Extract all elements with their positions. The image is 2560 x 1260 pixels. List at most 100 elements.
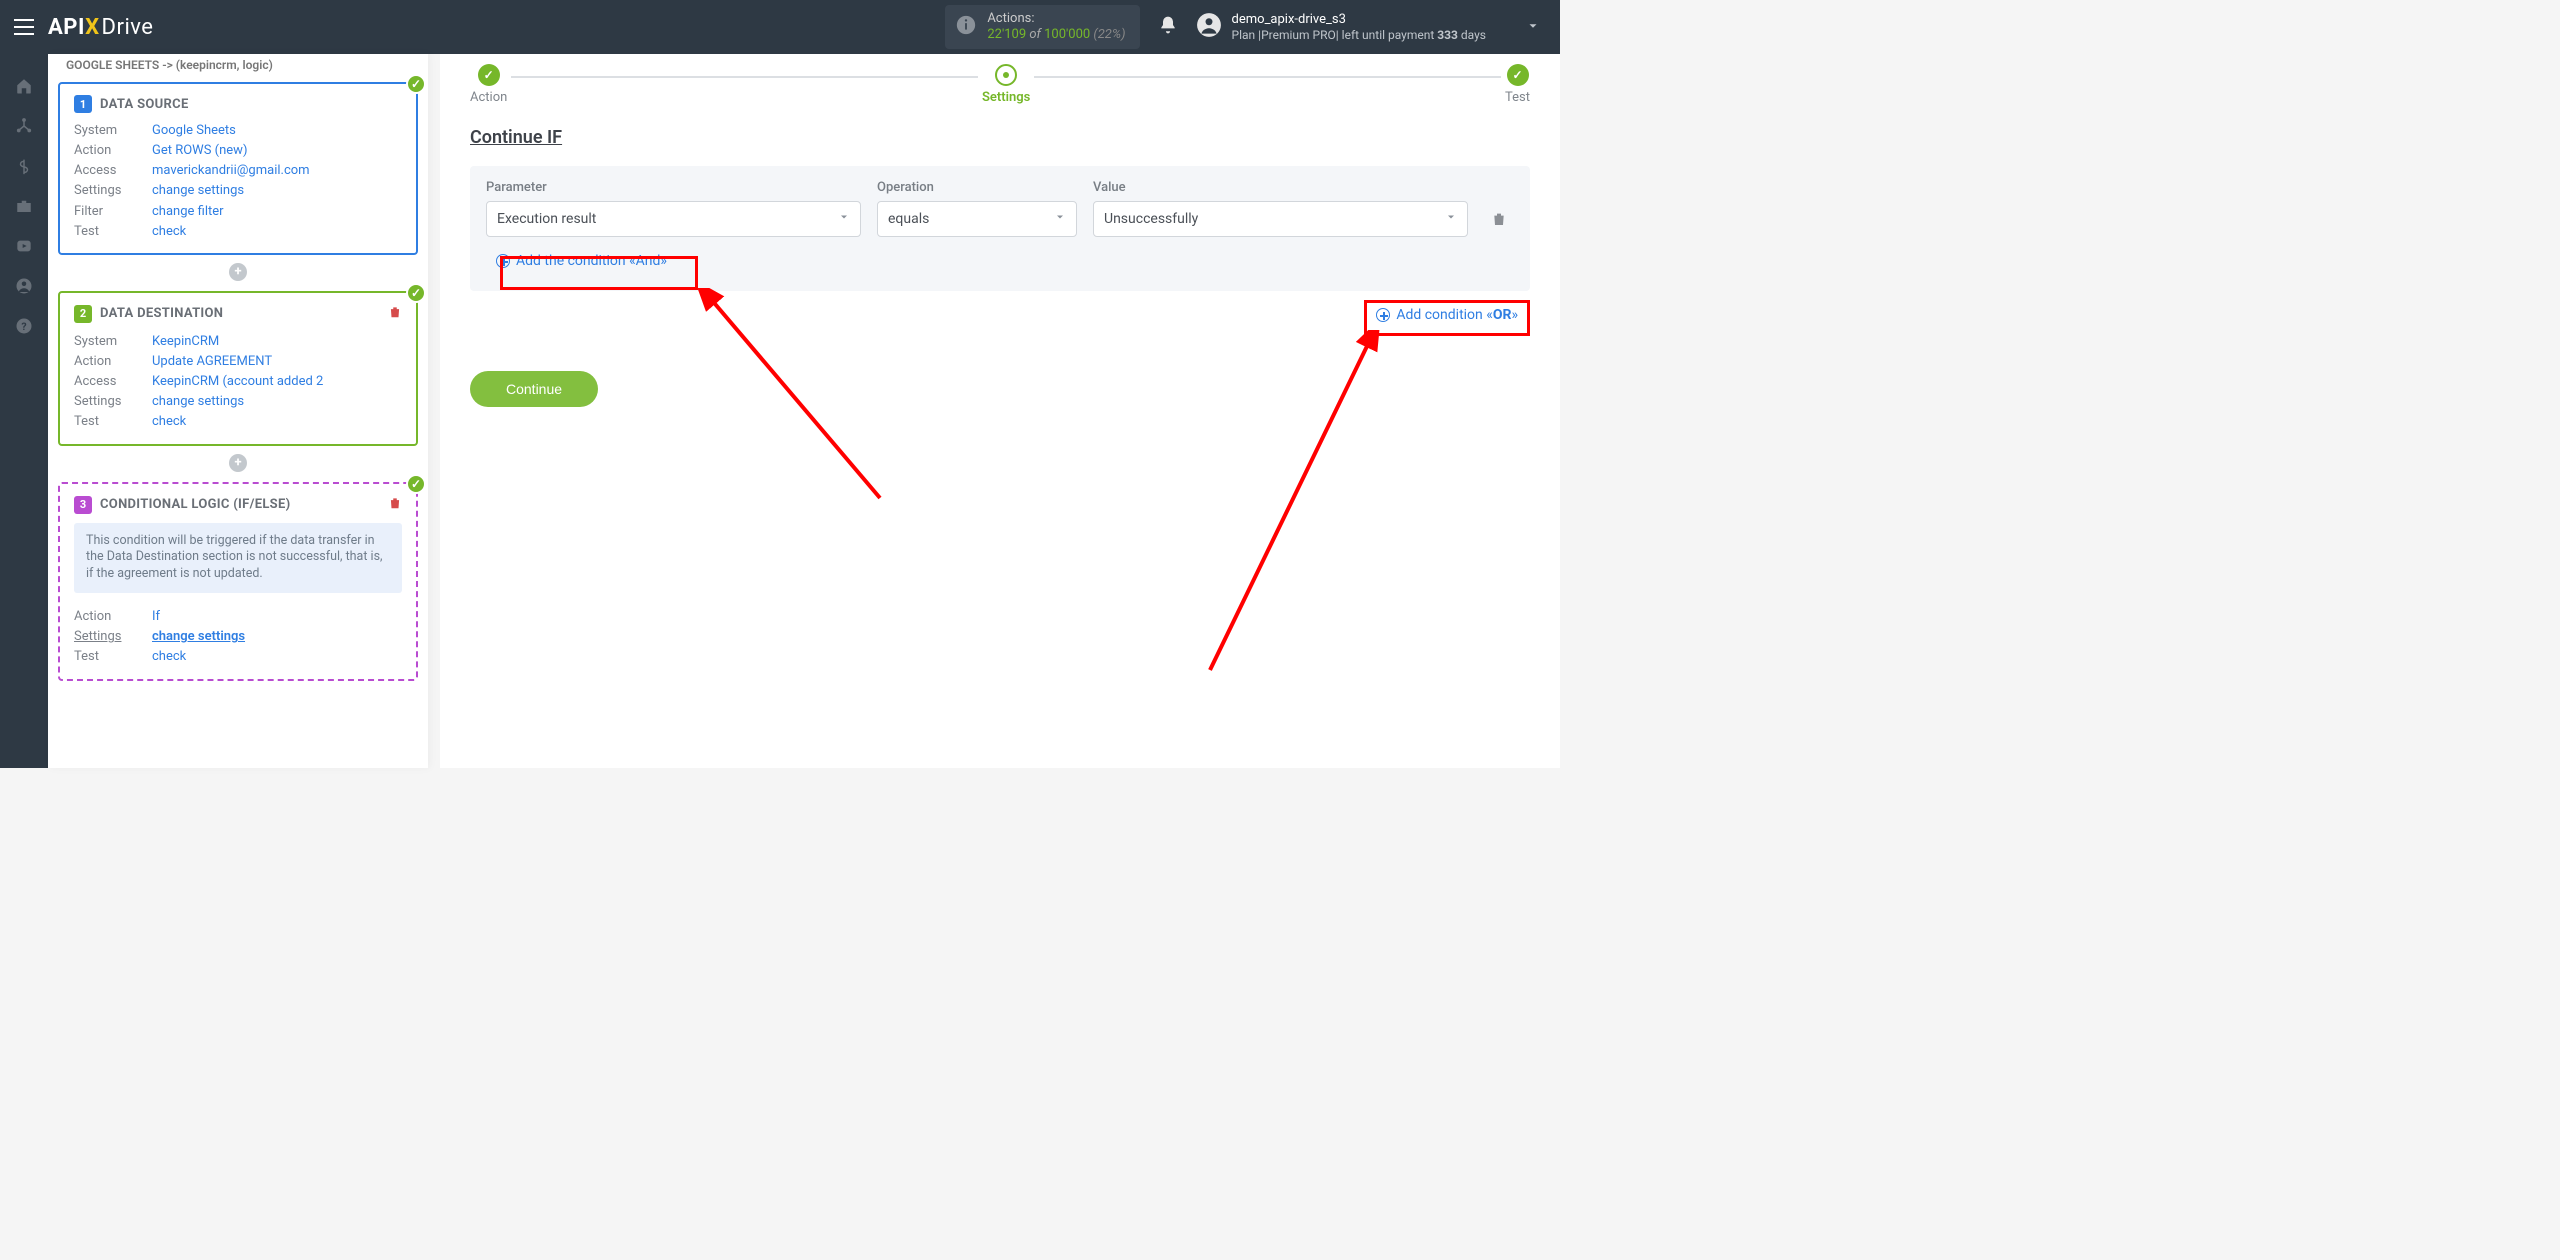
username: demo_apix-drive_s3 [1232, 12, 1486, 28]
kv-key: Settings [74, 627, 152, 647]
kv-key: Action [74, 607, 152, 627]
kv-key: Action [74, 352, 152, 372]
operation-value: equals [888, 211, 929, 227]
operation-label: Operation [877, 180, 1077, 195]
card-title: DATA SOURCE [100, 97, 189, 112]
plus-icon [1376, 308, 1390, 322]
card-title: CONDITIONAL LOGIC (IF/ELSE) [100, 497, 290, 512]
add-or-suffix: » [1511, 307, 1518, 323]
dest-access-link[interactable]: KeepinCRM (account added 2 [152, 374, 323, 389]
chevron-down-icon [1054, 211, 1066, 227]
user-icon [1196, 12, 1222, 42]
chevron-down-icon [1445, 211, 1457, 227]
continue-button[interactable]: Continue [470, 371, 598, 407]
hamburger-menu[interactable] [0, 19, 48, 35]
actions-total: 100'000 [1044, 27, 1090, 42]
source-settings-link[interactable]: change settings [152, 183, 244, 198]
kv-key: Settings [74, 181, 152, 201]
card-number: 1 [74, 95, 92, 113]
plan-end: days [1458, 28, 1486, 42]
dest-action-link[interactable]: Update AGREEMENT [152, 354, 272, 369]
source-filter-link[interactable]: change filter [152, 204, 224, 219]
card-number: 3 [74, 496, 92, 514]
source-access-link[interactable]: maverickandrii@gmail.com [152, 163, 310, 178]
plus-icon [496, 254, 510, 268]
source-test-link[interactable]: check [152, 224, 186, 239]
kv-key: Test [74, 412, 152, 432]
parameter-label: Parameter [486, 180, 861, 195]
check-badge-icon [406, 474, 426, 494]
logic-test-link[interactable]: check [152, 649, 186, 664]
flow-panel: GOOGLE SHEETS -> (keepincrm, logic) 1 DA… [48, 54, 428, 768]
delete-destination-button[interactable] [388, 304, 402, 324]
step-line [1034, 76, 1501, 78]
kv-key: Test [74, 222, 152, 242]
actions-pill[interactable]: Actions: 22'109 of 100'000 (22%) [945, 5, 1139, 48]
plan-mid: | left until payment [1336, 28, 1438, 42]
sidebar: ? [0, 54, 48, 768]
step-action-circle[interactable] [478, 64, 500, 86]
kv-key: System [74, 121, 152, 141]
svg-text:?: ? [21, 320, 26, 333]
add-or-bold: OR [1493, 307, 1512, 323]
kv-key: Filter [74, 202, 152, 222]
sidebar-video[interactable] [0, 226, 48, 266]
step-test-circle[interactable] [1507, 64, 1529, 86]
step-settings-circle[interactable] [995, 64, 1017, 86]
chevron-down-icon [1496, 18, 1540, 37]
source-action-link[interactable]: Get ROWS (new) [152, 143, 247, 158]
dest-test-link[interactable]: check [152, 414, 186, 429]
check-badge-icon [406, 283, 426, 303]
delete-logic-button[interactable] [388, 495, 402, 515]
card-data-destination[interactable]: 2 DATA DESTINATION SystemKeepinCRM Actio… [58, 291, 418, 446]
info-icon [955, 14, 977, 40]
parameter-value: Execution result [497, 211, 596, 227]
add-or-condition-button[interactable]: Add condition «OR» [1364, 299, 1530, 331]
logic-settings-link[interactable]: change settings [152, 629, 245, 644]
kv-key: Action [74, 141, 152, 161]
card-conditional-logic[interactable]: 3 CONDITIONAL LOGIC (IF/ELSE) This condi… [58, 482, 418, 681]
sidebar-account[interactable] [0, 266, 48, 306]
flow-title: GOOGLE SHEETS -> (keepincrm, logic) [58, 54, 418, 82]
kv-key: Access [74, 161, 152, 181]
chevron-down-icon [838, 211, 850, 227]
add-step-button[interactable]: + [229, 454, 247, 472]
card-data-source[interactable]: 1 DATA SOURCE SystemGoogle Sheets Action… [58, 82, 418, 255]
sidebar-home[interactable] [0, 66, 48, 106]
sidebar-connections[interactable] [0, 106, 48, 146]
stepper: Action Settings Test [470, 64, 1530, 105]
bell-icon[interactable] [1158, 14, 1178, 40]
logo[interactable]: APIXDrive [48, 15, 153, 40]
operation-select[interactable]: equals [877, 201, 1077, 237]
kv-key: Test [74, 647, 152, 667]
source-system-link[interactable]: Google Sheets [152, 123, 236, 138]
plan-name: Premium PRO [1261, 28, 1336, 42]
logo-x: X [85, 15, 99, 40]
logo-drive: Drive [102, 15, 154, 40]
settings-panel: Action Settings Test Continue IF Paramet… [440, 54, 1560, 768]
logo-api: API [48, 15, 85, 40]
add-step-button[interactable]: + [229, 263, 247, 281]
dest-system-link[interactable]: KeepinCRM [152, 334, 219, 349]
section-title: Continue IF [470, 127, 1530, 148]
sidebar-briefcase[interactable] [0, 186, 48, 226]
card-title: DATA DESTINATION [100, 306, 223, 321]
sidebar-help[interactable]: ? [0, 306, 48, 346]
plan-days: 333 [1437, 28, 1458, 42]
value-label: Value [1093, 180, 1468, 195]
dest-settings-link[interactable]: change settings [152, 394, 244, 409]
actions-label: Actions: [987, 11, 1125, 27]
value-select[interactable]: Unsuccessfully [1093, 201, 1468, 237]
plan-prefix: Plan | [1232, 28, 1262, 42]
condition-block: Parameter Execution result Operation equ… [470, 166, 1530, 291]
actions-of: of [1026, 27, 1044, 42]
logic-action-link[interactable]: If [152, 609, 160, 624]
sidebar-billing[interactable] [0, 146, 48, 186]
delete-condition-button[interactable] [1484, 201, 1514, 237]
actions-used: 22'109 [987, 27, 1026, 42]
parameter-select[interactable]: Execution result [486, 201, 861, 237]
step-test-label: Test [1505, 90, 1530, 105]
add-and-condition-button[interactable]: Add the condition «And» [486, 245, 677, 277]
user-menu[interactable]: demo_apix-drive_s3 Plan |Premium PRO| le… [1196, 12, 1540, 42]
kv-key: Access [74, 372, 152, 392]
